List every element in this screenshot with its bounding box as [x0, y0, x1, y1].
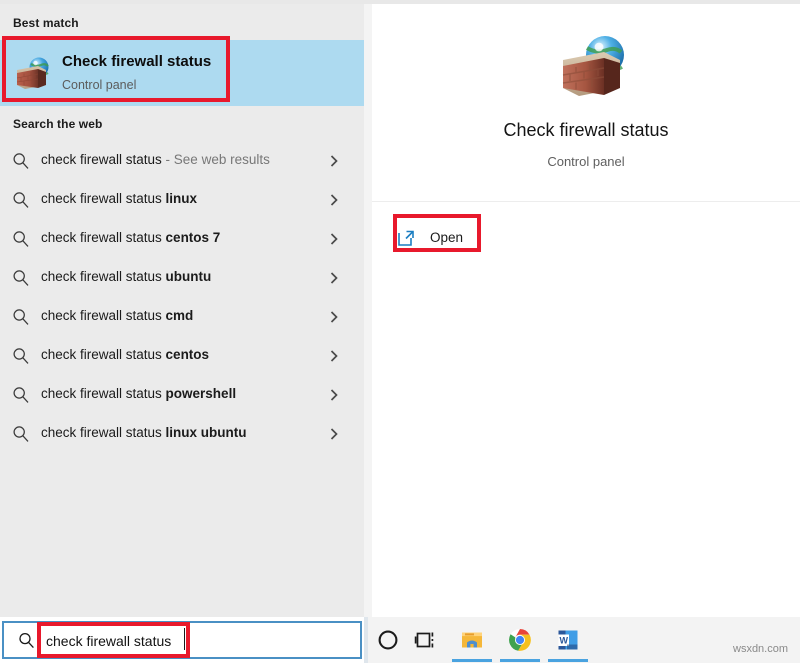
- web-suggestion-item[interactable]: check firewall status linux ubuntu: [0, 415, 364, 454]
- search-input-value: check firewall status: [46, 633, 172, 649]
- web-suggestion-label: check firewall status ubuntu: [41, 269, 212, 284]
- web-suggestion-label: check firewall status linux: [41, 191, 198, 206]
- web-suggestion-item[interactable]: check firewall status cmd: [0, 298, 364, 337]
- preview-title: Check firewall status: [503, 120, 669, 140]
- web-suggestion-item[interactable]: check firewall status - See web results: [0, 142, 364, 181]
- open-button-label: Open: [430, 229, 464, 245]
- open-button[interactable]: Open: [397, 223, 463, 251]
- web-suggestion-item[interactable]: check firewall status centos 7: [0, 220, 364, 259]
- search-input[interactable]: check firewall status: [2, 621, 362, 659]
- chrome-active-indicator: [500, 659, 540, 662]
- chevron-right-icon: [326, 309, 342, 325]
- file-explorer-icon[interactable]: [460, 628, 484, 652]
- web-suggestion-label: check firewall status centos 7: [41, 230, 221, 245]
- firewall-icon: [14, 54, 52, 92]
- search-icon: [12, 269, 30, 287]
- google-chrome-icon[interactable]: [508, 628, 532, 652]
- microsoft-word-icon[interactable]: W: [556, 628, 580, 652]
- chevron-right-icon: [326, 231, 342, 247]
- open-external-icon: [397, 228, 416, 247]
- search-results-column: Best match Check firewall status Control…: [0, 4, 364, 617]
- search-flyout: Best match Check firewall status Control…: [0, 4, 800, 617]
- web-suggestion-label: check firewall status linux ubuntu: [41, 425, 247, 440]
- web-suggestion-label: check firewall status cmd: [41, 308, 194, 323]
- chevron-right-icon: [326, 270, 342, 286]
- chevron-right-icon: [326, 192, 342, 208]
- search-the-web-header: Search the web: [13, 117, 103, 131]
- task-view-icon[interactable]: [414, 628, 438, 652]
- taskbar-edge: [364, 617, 368, 663]
- search-icon: [18, 632, 35, 649]
- svg-text:W: W: [559, 635, 568, 645]
- text-caret: [184, 628, 185, 650]
- cortana-icon[interactable]: [376, 628, 400, 652]
- search-icon: [12, 347, 30, 365]
- web-suggestion-item[interactable]: check firewall status powershell: [0, 376, 364, 415]
- preview-separator: [372, 201, 800, 202]
- preview-subtitle: Control panel: [547, 154, 625, 169]
- search-icon: [12, 308, 30, 326]
- best-match-result[interactable]: Check firewall status Control panel: [0, 40, 364, 106]
- watermark: wsxdn.com: [733, 643, 789, 655]
- search-icon: [12, 230, 30, 248]
- chevron-right-icon: [326, 153, 342, 169]
- search-icon: [12, 386, 30, 404]
- word-active-indicator: [548, 659, 588, 662]
- search-icon: [12, 191, 30, 209]
- best-match-subtitle: Control panel: [62, 78, 137, 92]
- web-suggestion-item[interactable]: check firewall status centos: [0, 337, 364, 376]
- chevron-right-icon: [326, 426, 342, 442]
- firewall-icon: [558, 30, 630, 102]
- web-suggestion-label: check firewall status powershell: [41, 386, 237, 401]
- web-suggestion-item[interactable]: check firewall status ubuntu: [0, 259, 364, 298]
- chevron-right-icon: [326, 387, 342, 403]
- web-suggestion-item[interactable]: check firewall status linux: [0, 181, 364, 220]
- column-divider: [364, 4, 372, 617]
- result-preview-pane: Check firewall status Control panel Open: [372, 4, 800, 617]
- web-suggestion-label: check firewall status - See web results: [41, 152, 270, 167]
- file-explorer-active-indicator: [452, 659, 492, 662]
- chevron-right-icon: [326, 348, 342, 364]
- web-suggestion-label: check firewall status centos: [41, 347, 210, 362]
- search-icon: [12, 152, 30, 170]
- best-match-header: Best match: [13, 16, 79, 30]
- best-match-title: Check firewall status: [62, 53, 212, 70]
- search-icon: [12, 425, 30, 443]
